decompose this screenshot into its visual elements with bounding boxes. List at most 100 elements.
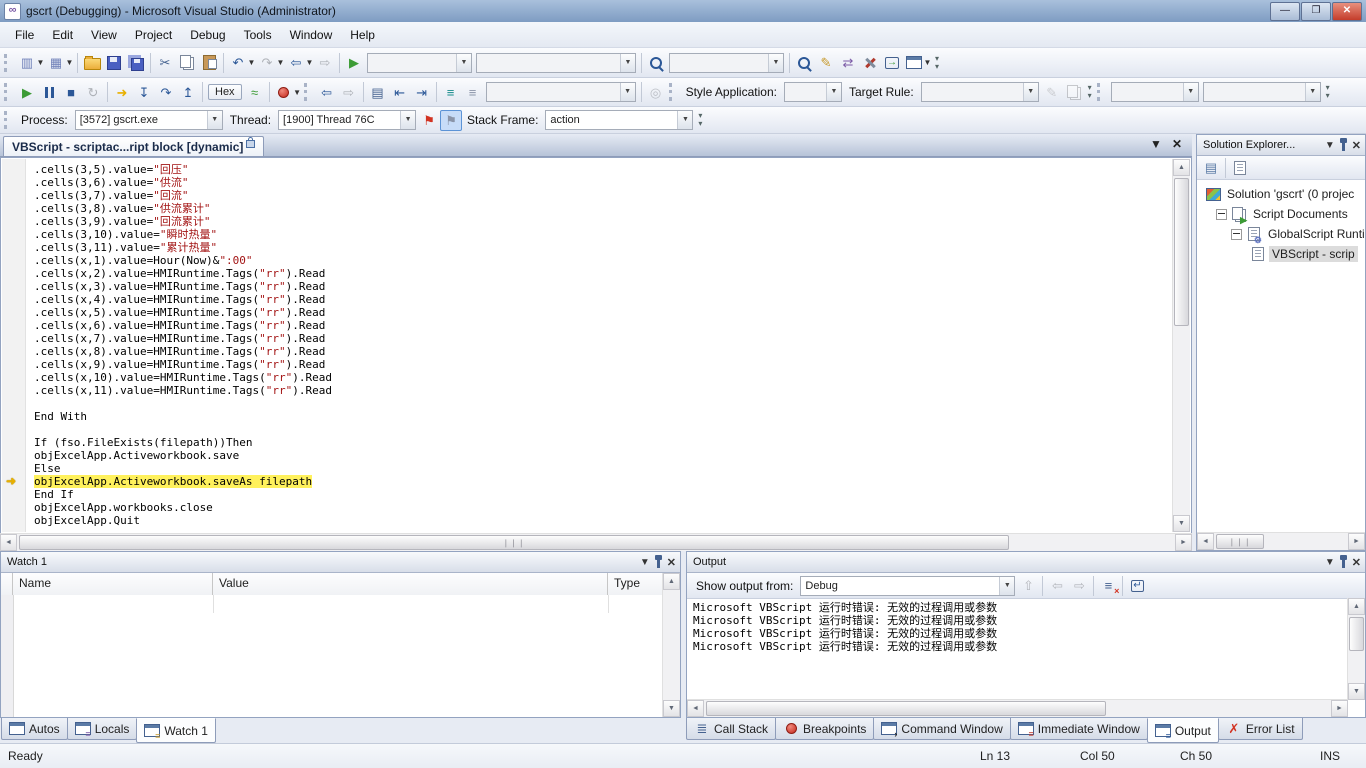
goto-message-icon[interactable]: ⇧	[1017, 575, 1039, 596]
scroll-left-arrow[interactable]: ◄	[1197, 533, 1214, 550]
breakpoints-window-icon[interactable]	[273, 82, 295, 103]
scroll-left-arrow[interactable]: ◄	[0, 534, 17, 551]
combo-dropdown-arrow[interactable]: ▼	[400, 111, 415, 129]
break-all-icon[interactable]	[38, 82, 60, 103]
code-line[interactable]: .cells(3,6).value="供流"	[26, 176, 1173, 189]
code-line[interactable]: .cells(x,6).value=HMIRuntime.Tags("rr").…	[26, 319, 1173, 332]
clear-all-icon[interactable]: ≡×	[1097, 575, 1119, 596]
tab-command-window[interactable]: ›Command Window	[873, 718, 1010, 740]
code-line[interactable]: .cells(3,11).value="累计热量"	[26, 241, 1173, 254]
member-list-icon[interactable]: ▤	[367, 82, 389, 103]
new-window-icon[interactable]	[903, 52, 925, 73]
menu-edit[interactable]: Edit	[43, 24, 82, 46]
tree-expander-icon[interactable]	[1231, 229, 1242, 240]
combo-dropdown-arrow[interactable]: ▼	[677, 111, 692, 129]
flag-gray-icon[interactable]: ⚑	[440, 110, 462, 131]
code-line[interactable]: .cells(3,9).value="回流累计"	[26, 215, 1173, 228]
menu-tools[interactable]: Tools	[235, 24, 281, 46]
close-button[interactable]: ✕	[1332, 2, 1362, 21]
tab-error-list[interactable]: ✗Error List	[1218, 718, 1303, 740]
style-application-combo[interactable]: ▼	[784, 82, 842, 102]
code-line[interactable]: .cells(x,1).value=Hour(Now)&":00"	[26, 254, 1173, 267]
tree-item[interactable]: Solution 'gscrt' (0 projec	[1197, 184, 1365, 204]
combo-dropdown-arrow[interactable]: ▼	[768, 54, 783, 72]
tab-breakpoints[interactable]: Breakpoints	[775, 718, 874, 740]
title-bar[interactable]: ∞ gscrt (Debugging) - Microsoft Visual S…	[0, 0, 1366, 22]
tree-item[interactable]: VBScript - scrip	[1197, 244, 1365, 264]
find-combo[interactable]: ▼	[669, 53, 784, 73]
build-tools-icon[interactable]	[859, 52, 881, 73]
combo-dropdown-arrow[interactable]: ▼	[1023, 83, 1038, 101]
watch-grid[interactable]	[1, 595, 663, 717]
code-line[interactable]: objExcelApp.Activeworkbook.saveAs filepa…	[26, 475, 1173, 488]
code-line[interactable]: End If	[26, 488, 1173, 501]
tree-item[interactable]: ▶Script Documents	[1197, 204, 1365, 224]
solution-platforms-combo[interactable]: ▼	[476, 53, 636, 73]
combo-dropdown-arrow[interactable]: ▼	[620, 83, 635, 101]
code-line[interactable]: End With	[26, 410, 1173, 423]
code-line[interactable]: .cells(x,8).value=HMIRuntime.Tags("rr").…	[26, 345, 1173, 358]
scrollbar-thumb[interactable]: ❘❘❘	[19, 535, 1009, 550]
code-line[interactable]: .cells(3,5).value="回压"	[26, 163, 1173, 176]
code-line[interactable]: objExcelApp.Quit	[26, 514, 1173, 527]
pin-icon[interactable]	[1342, 142, 1345, 151]
combo-dropdown-arrow[interactable]: ▼	[999, 577, 1014, 595]
scroll-right-arrow[interactable]: ►	[1175, 534, 1192, 551]
code-line[interactable]: .cells(x,4).value=HMIRuntime.Tags("rr").…	[26, 293, 1173, 306]
code-line[interactable]: .cells(x,11).value=HMIRuntime.Tags("rr")…	[26, 384, 1173, 397]
navigate-forward-doc-icon[interactable]: ⇨	[338, 82, 360, 103]
tab-immediate-window[interactable]: ≡Immediate Window	[1010, 718, 1148, 740]
tree-expander-icon[interactable]	[1216, 209, 1227, 220]
window-position-dropdown[interactable]: ▼	[1325, 140, 1335, 151]
menu-project[interactable]: Project	[126, 24, 181, 46]
editor-gutter[interactable]: ➜	[2, 159, 26, 532]
tab-locals[interactable]: ≡Locals	[67, 718, 138, 740]
code-line[interactable]: objExcelApp.Activeworkbook.save	[26, 449, 1173, 462]
toolbar-overflow-chevron[interactable]: ▾▾	[1085, 84, 1095, 100]
combo-dropdown-arrow[interactable]: ▼	[1305, 83, 1320, 101]
undo-icon[interactable]: ↶	[227, 52, 249, 73]
code-line[interactable]: .cells(3,7).value="回流"	[26, 189, 1173, 202]
toolbar-grip[interactable]	[4, 54, 12, 72]
minimize-button[interactable]: —	[1270, 2, 1300, 21]
flag-red-icon[interactable]: ⚑	[418, 110, 440, 131]
scroll-down-arrow[interactable]: ▼	[1348, 683, 1365, 700]
run-box-icon[interactable]: →	[881, 52, 903, 73]
code-area[interactable]: .cells(3,5).value="回压".cells(3,6).value=…	[26, 159, 1173, 532]
scroll-up-arrow[interactable]: ▲	[1173, 159, 1190, 176]
scrollbar-thumb[interactable]: ❘❘❘	[1216, 534, 1264, 549]
toolbar-grip[interactable]	[304, 83, 312, 101]
paste-icon[interactable]	[198, 52, 220, 73]
code-line[interactable]: .cells(x,10).value=HMIRuntime.Tags("rr")…	[26, 371, 1173, 384]
toolbar-combo-b[interactable]: ▼	[1203, 82, 1321, 102]
output-horizontal-scrollbar[interactable]: ◄ ►	[687, 699, 1348, 717]
window-position-dropdown[interactable]: ▼	[640, 557, 650, 568]
increase-indent-icon[interactable]: ⇥	[411, 82, 433, 103]
previous-message-icon[interactable]: ⇦	[1046, 575, 1068, 596]
properties-icon[interactable]: ▤	[1200, 157, 1222, 178]
code-line[interactable]	[26, 423, 1173, 436]
scroll-up-arrow[interactable]: ▲	[663, 573, 680, 590]
thread-combo[interactable]: [1900] Thread 76C▼	[278, 110, 416, 130]
solution-explorer-title-bar[interactable]: Solution Explorer... ▼ ✕	[1197, 135, 1365, 156]
maximize-button[interactable]: ❐	[1301, 2, 1331, 21]
close-document-button[interactable]: ✕	[1172, 137, 1182, 151]
code-line[interactable]: .cells(x,7).value=HMIRuntime.Tags("rr").…	[26, 332, 1173, 345]
toolbar-overflow-chevron[interactable]: ▾▾	[932, 55, 942, 71]
scroll-up-arrow[interactable]: ▲	[1348, 598, 1365, 615]
cut-icon[interactable]: ✂	[154, 52, 176, 73]
style-sheet-icon[interactable]: ◎	[645, 82, 667, 103]
pin-icon[interactable]	[1342, 559, 1345, 568]
close-panel-button[interactable]: ✕	[1352, 556, 1361, 569]
comment-icon[interactable]: ≡	[440, 82, 462, 103]
properties-window-icon[interactable]: ✎	[815, 52, 837, 73]
toolbar-combo-a[interactable]: ▼	[1111, 82, 1199, 102]
document-tab[interactable]: VBScript - scriptac...ript block [dynami…	[3, 136, 264, 156]
decrease-indent-icon[interactable]: ⇤	[389, 82, 411, 103]
redo-icon[interactable]: ↷	[256, 52, 278, 73]
code-editor[interactable]: ➜ .cells(3,5).value="回压".cells(3,6).valu…	[0, 157, 1192, 534]
watch-vertical-scrollbar[interactable]: ▲ ▼	[662, 573, 680, 717]
code-line[interactable]: .cells(3,10).value="瞬时热量"	[26, 228, 1173, 241]
navigate-forward-icon[interactable]: ⇨	[314, 52, 336, 73]
watch-column-value[interactable]: Value	[213, 573, 608, 595]
